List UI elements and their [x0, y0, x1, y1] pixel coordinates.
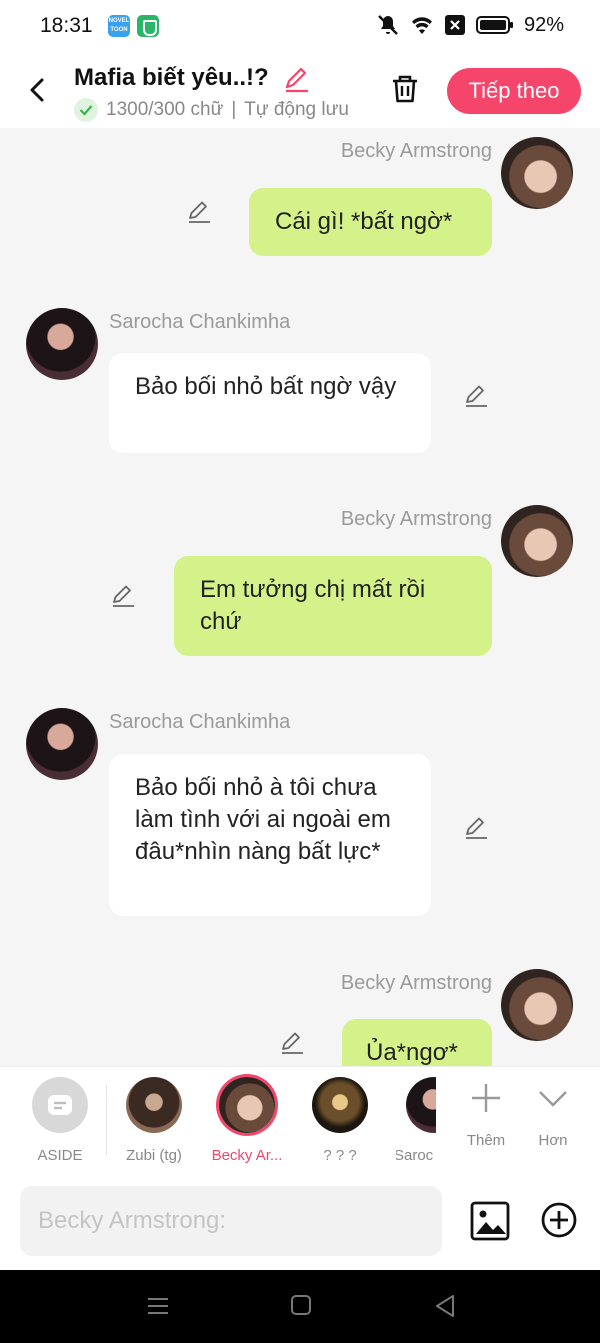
word-count-row: 1300/300 chữ | Tự động lưu — [74, 98, 349, 122]
sender-name: Becky Armstrong — [340, 972, 492, 994]
editor-header: Mafia biết yêu..!? 1300/300 chữ | Tự độn… — [0, 54, 600, 128]
back-nav-icon[interactable] — [434, 1294, 456, 1318]
character-label: ASIDE — [37, 1147, 83, 1164]
character-label: Hơn — [538, 1132, 568, 1149]
avatar-becky-selected — [219, 1077, 275, 1133]
trash-icon[interactable] — [388, 72, 422, 106]
message-bubble[interactable]: Bảo bối nhỏ à tôi chưa làm tình với ai n… — [109, 754, 431, 916]
character-label: ? ? ? — [323, 1147, 357, 1164]
wifi-icon — [411, 17, 432, 34]
menu-nav-icon[interactable] — [146, 1294, 170, 1318]
avatar-sarocha[interactable] — [26, 708, 98, 780]
novel-toon-app-icon: NOVEL TOON — [108, 15, 130, 37]
character-becky[interactable]: Becky Ar... — [207, 1077, 287, 1164]
no-sim-icon — [444, 15, 465, 35]
edit-pencil-icon[interactable] — [279, 1029, 305, 1055]
word-count: 1300/300 chữ — [106, 99, 224, 120]
avatar-becky[interactable] — [501, 969, 573, 1041]
story-title: Mafia biết yêu..!? — [74, 64, 269, 91]
battery-percent: 92% — [523, 13, 564, 36]
message-bubble[interactable]: Ủa*ngơ* — [342, 1019, 492, 1066]
status-time: 18:31 — [40, 14, 93, 37]
sub-separator: | — [231, 99, 237, 120]
avatar-sarocha — [406, 1077, 436, 1133]
edit-pencil-icon[interactable] — [186, 198, 212, 224]
character-label: Becky Ar... — [211, 1147, 283, 1164]
character-selector: ASIDE Zubi (tg) Becky Ar... ? ? ? Saroc … — [0, 1066, 600, 1174]
status-bar: 18:31 NOVEL TOON 92% — [0, 0, 600, 54]
home-nav-icon[interactable] — [290, 1294, 312, 1316]
image-icon[interactable] — [470, 1201, 510, 1241]
avatar-zubi — [126, 1077, 182, 1133]
aside-icon — [32, 1077, 88, 1133]
status-icons: 92% — [376, 13, 564, 37]
edit-pencil-icon[interactable] — [463, 814, 489, 840]
plus-icon — [472, 1084, 500, 1112]
add-circle-icon[interactable] — [540, 1201, 578, 1239]
message-bubble[interactable]: Cái gì! *bất ngờ* — [249, 188, 492, 256]
avatar-becky[interactable] — [501, 505, 573, 577]
message-bubble[interactable]: Em tưởng chị mất rồi chứ — [174, 556, 492, 656]
character-unknown[interactable]: ? ? ? — [300, 1077, 380, 1164]
character-label: Zubi (tg) — [126, 1147, 182, 1164]
autosave-label: Tự động lưu — [244, 99, 349, 120]
edit-pencil-icon[interactable] — [110, 582, 136, 608]
message-input[interactable] — [20, 1186, 442, 1256]
more-characters-button[interactable]: Hơn — [513, 1081, 593, 1149]
avatar-unknown — [312, 1077, 368, 1133]
sender-name: Becky Armstrong — [340, 140, 492, 162]
next-button[interactable]: Tiếp theo — [447, 68, 581, 114]
input-row — [0, 1174, 600, 1270]
sender-name: Becky Armstrong — [340, 508, 492, 530]
edit-title-icon[interactable] — [282, 64, 312, 94]
character-aside[interactable]: ASIDE — [20, 1077, 100, 1164]
saved-check-icon — [74, 98, 98, 122]
battery-icon — [475, 16, 513, 34]
avatar-sarocha[interactable] — [26, 308, 98, 380]
edit-pencil-icon[interactable] — [463, 382, 489, 408]
system-nav-bar — [0, 1270, 600, 1343]
back-arrow-icon[interactable] — [24, 72, 50, 108]
divider — [106, 1085, 107, 1155]
chat-area[interactable]: Becky Armstrong Cái gì! *bất ngờ* Saroch… — [0, 128, 600, 1066]
character-sarocha[interactable]: Saroc — [396, 1077, 436, 1164]
avatar-becky[interactable] — [501, 137, 573, 209]
message-bubble[interactable]: Bảo bối nhỏ bất ngờ vậy — [109, 353, 431, 453]
mute-icon — [378, 15, 398, 35]
sender-name: Sarocha Chankimha — [109, 711, 291, 733]
sender-name: Sarocha Chankimha — [109, 311, 291, 333]
chevron-down-icon — [539, 1091, 567, 1107]
character-zubi[interactable]: Zubi (tg) — [114, 1077, 194, 1164]
character-label: Saroc — [396, 1147, 434, 1164]
shield-app-icon — [137, 15, 159, 37]
